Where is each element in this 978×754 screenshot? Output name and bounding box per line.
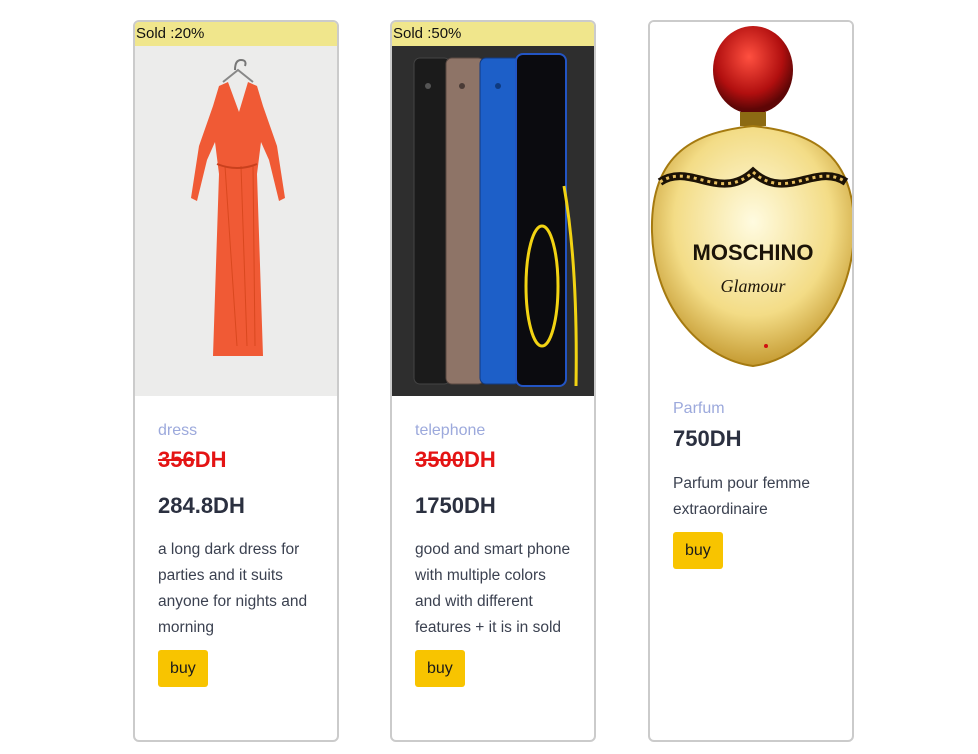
sale-badge: Sold :20%	[135, 22, 337, 46]
original-price-currency: DH	[194, 447, 227, 472]
product-category: dress	[158, 422, 198, 439]
product-card-dress: Sold :20% dress 356DH 284.8DH a long dar…	[133, 20, 339, 742]
original-price: 3500DH	[415, 447, 571, 473]
sale-price: 1750DH	[415, 493, 496, 518]
perfume-illustration: MOSCHINO Glamour	[650, 26, 852, 368]
product-category: telephone	[415, 422, 486, 439]
product-description: Parfum pour femme extraordinaire	[673, 475, 810, 518]
sale-badge: Sold :50%	[392, 22, 594, 46]
product-card-parfum: MOSCHINO Glamour Parfum 750DH Parfum pou…	[648, 20, 854, 742]
product-description: a long dark dress for parties and it sui…	[158, 541, 308, 636]
original-price-value: 356	[158, 447, 195, 472]
original-price-value: 3500	[415, 447, 464, 472]
product-category: Parfum	[673, 400, 725, 417]
original-price-currency: DH	[463, 447, 496, 472]
original-price: 356DH	[158, 447, 314, 473]
buy-button[interactable]: buy	[673, 532, 723, 569]
parfum-image[interactable]: MOSCHINO Glamour	[650, 22, 852, 374]
dress-illustration	[191, 58, 285, 356]
product-description: good and smart phone with multiple color…	[415, 541, 571, 636]
perfume-brand-label: MOSCHINO	[693, 240, 814, 265]
sale-price: 284.8DH	[158, 493, 245, 518]
phones-illustration	[413, 53, 578, 387]
product-price: 750DH	[673, 426, 742, 451]
telephone-image[interactable]	[392, 46, 594, 396]
buy-button[interactable]: buy	[415, 650, 465, 687]
perfume-line-label: Glamour	[720, 276, 786, 296]
product-card-telephone: Sold :50% telephone 3500DH 1750DH good a…	[390, 20, 596, 742]
dress-image[interactable]	[135, 46, 337, 396]
buy-button[interactable]: buy	[158, 650, 208, 687]
